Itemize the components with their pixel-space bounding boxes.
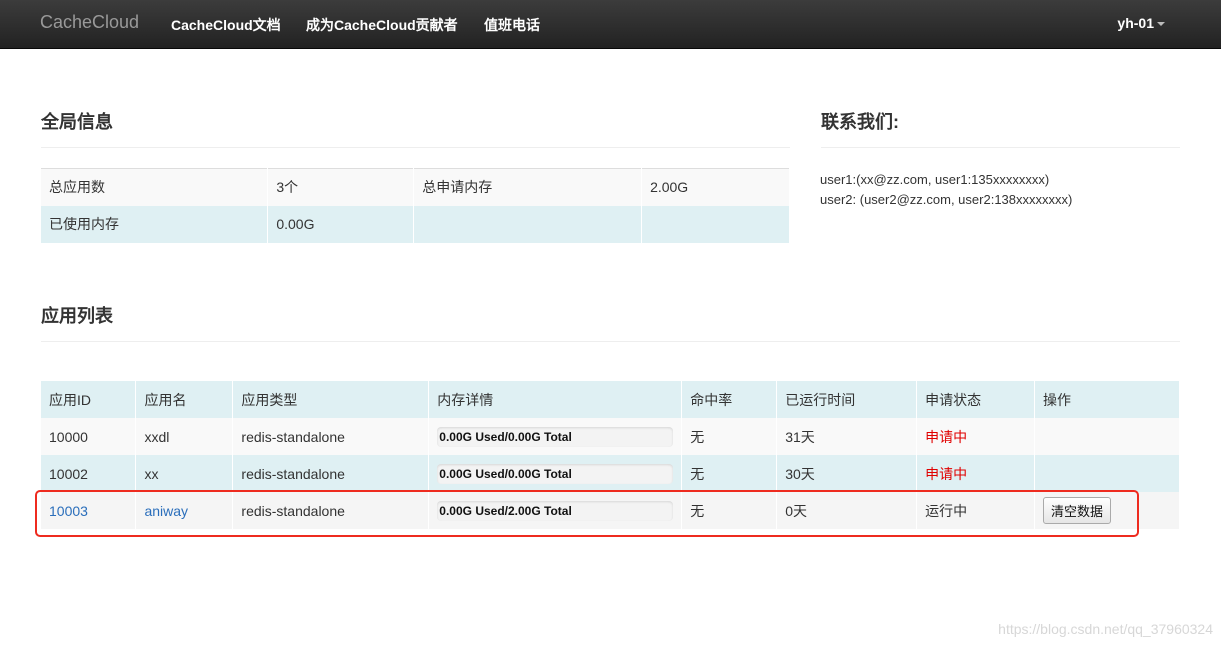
highlight-annotation-box xyxy=(35,490,1139,537)
table-cell: 2.00G xyxy=(641,168,790,206)
hit-rate: 无 xyxy=(681,418,778,455)
top-navbar: CacheCloud CacheCloud文档 成为CacheCloud贡献者 … xyxy=(0,0,1221,49)
table-cell: 已使用内存 xyxy=(41,205,269,243)
column-header-app-name: 应用名 xyxy=(135,381,234,418)
column-header-uptime: 已运行时间 xyxy=(776,381,918,418)
column-header-action: 操作 xyxy=(1034,381,1180,418)
global-info-title: 全局信息 xyxy=(41,112,113,132)
user-menu-dropdown[interactable]: yh-01 xyxy=(1117,15,1165,31)
global-info-divider xyxy=(41,147,790,148)
nav-link-oncall-phone[interactable]: 值班电话 xyxy=(484,15,540,35)
watermark-text: https://blog.csdn.net/qq_37960324 xyxy=(998,621,1213,637)
caret-down-icon xyxy=(1157,22,1165,27)
contact-info: user1:(xx@zz.com, user1:135xxxxxxxx) use… xyxy=(820,170,1072,210)
table-cell: 0.00G xyxy=(267,205,415,243)
status-badge: 申请中 xyxy=(916,455,1036,492)
action-cell xyxy=(1034,455,1180,492)
memory-cell: 0.00G Used/0.00G Total xyxy=(428,418,683,455)
memory-progress-text: 0.00G Used/0.00G Total xyxy=(439,429,572,444)
column-header-hit-rate: 命中率 xyxy=(681,381,778,418)
uptime: 31天 xyxy=(776,418,918,455)
contact-title: 联系我们: xyxy=(821,112,899,132)
memory-progress-bar: 0.00G Used/0.00G Total xyxy=(437,463,674,484)
app-name: xx xyxy=(135,455,234,492)
table-cell xyxy=(413,205,643,243)
user-name: yh-01 xyxy=(1117,15,1154,31)
app-list-title: 应用列表 xyxy=(41,306,113,326)
memory-cell: 0.00G Used/0.00G Total xyxy=(428,455,683,492)
app-id: 10000 xyxy=(41,418,137,455)
table-row: 10000 xxdl redis-standalone 0.00G Used/0… xyxy=(41,418,1180,455)
table-cell: 总申请内存 xyxy=(413,168,643,206)
column-header-memory: 内存详情 xyxy=(428,381,683,418)
app-id: 10002 xyxy=(41,455,137,492)
memory-progress-text: 0.00G Used/0.00G Total xyxy=(439,466,572,481)
contact-divider xyxy=(821,147,1180,148)
contact-line: user1:(xx@zz.com, user1:135xxxxxxxx) xyxy=(820,172,1050,187)
app-list-divider xyxy=(41,341,1180,342)
app-name: xxdl xyxy=(135,418,234,455)
action-cell xyxy=(1034,418,1180,455)
column-header-app-type: 应用类型 xyxy=(232,381,430,418)
table-row: 总应用数 3个 总申请内存 2.00G xyxy=(41,168,790,206)
app-type: redis-standalone xyxy=(232,418,430,455)
status-badge: 申请中 xyxy=(916,418,1036,455)
global-info-table: 总应用数 3个 总申请内存 2.00G 已使用内存 0.00G xyxy=(41,168,790,243)
table-row: 10002 xx redis-standalone 0.00G Used/0.0… xyxy=(41,455,1180,492)
app-type: redis-standalone xyxy=(232,455,430,492)
table-cell: 3个 xyxy=(267,168,415,206)
column-header-app-id: 应用ID xyxy=(41,381,137,418)
table-header-row: 应用ID 应用名 应用类型 内存详情 命中率 已运行时间 申请状态 操作 xyxy=(41,381,1180,418)
table-cell: 总应用数 xyxy=(41,168,269,206)
hit-rate: 无 xyxy=(681,455,778,492)
table-cell xyxy=(641,205,790,243)
brand-logo-link[interactable]: CacheCloud xyxy=(40,12,139,33)
memory-progress-bar: 0.00G Used/0.00G Total xyxy=(437,426,674,447)
contact-line: user2: (user2@zz.com, user2:138xxxxxxxx) xyxy=(820,192,1073,207)
table-row: 已使用内存 0.00G xyxy=(41,205,790,243)
nav-link-docs[interactable]: CacheCloud文档 xyxy=(171,15,281,35)
column-header-status: 申请状态 xyxy=(916,381,1036,418)
nav-link-contributor[interactable]: 成为CacheCloud贡献者 xyxy=(306,15,458,35)
uptime: 30天 xyxy=(776,455,918,492)
